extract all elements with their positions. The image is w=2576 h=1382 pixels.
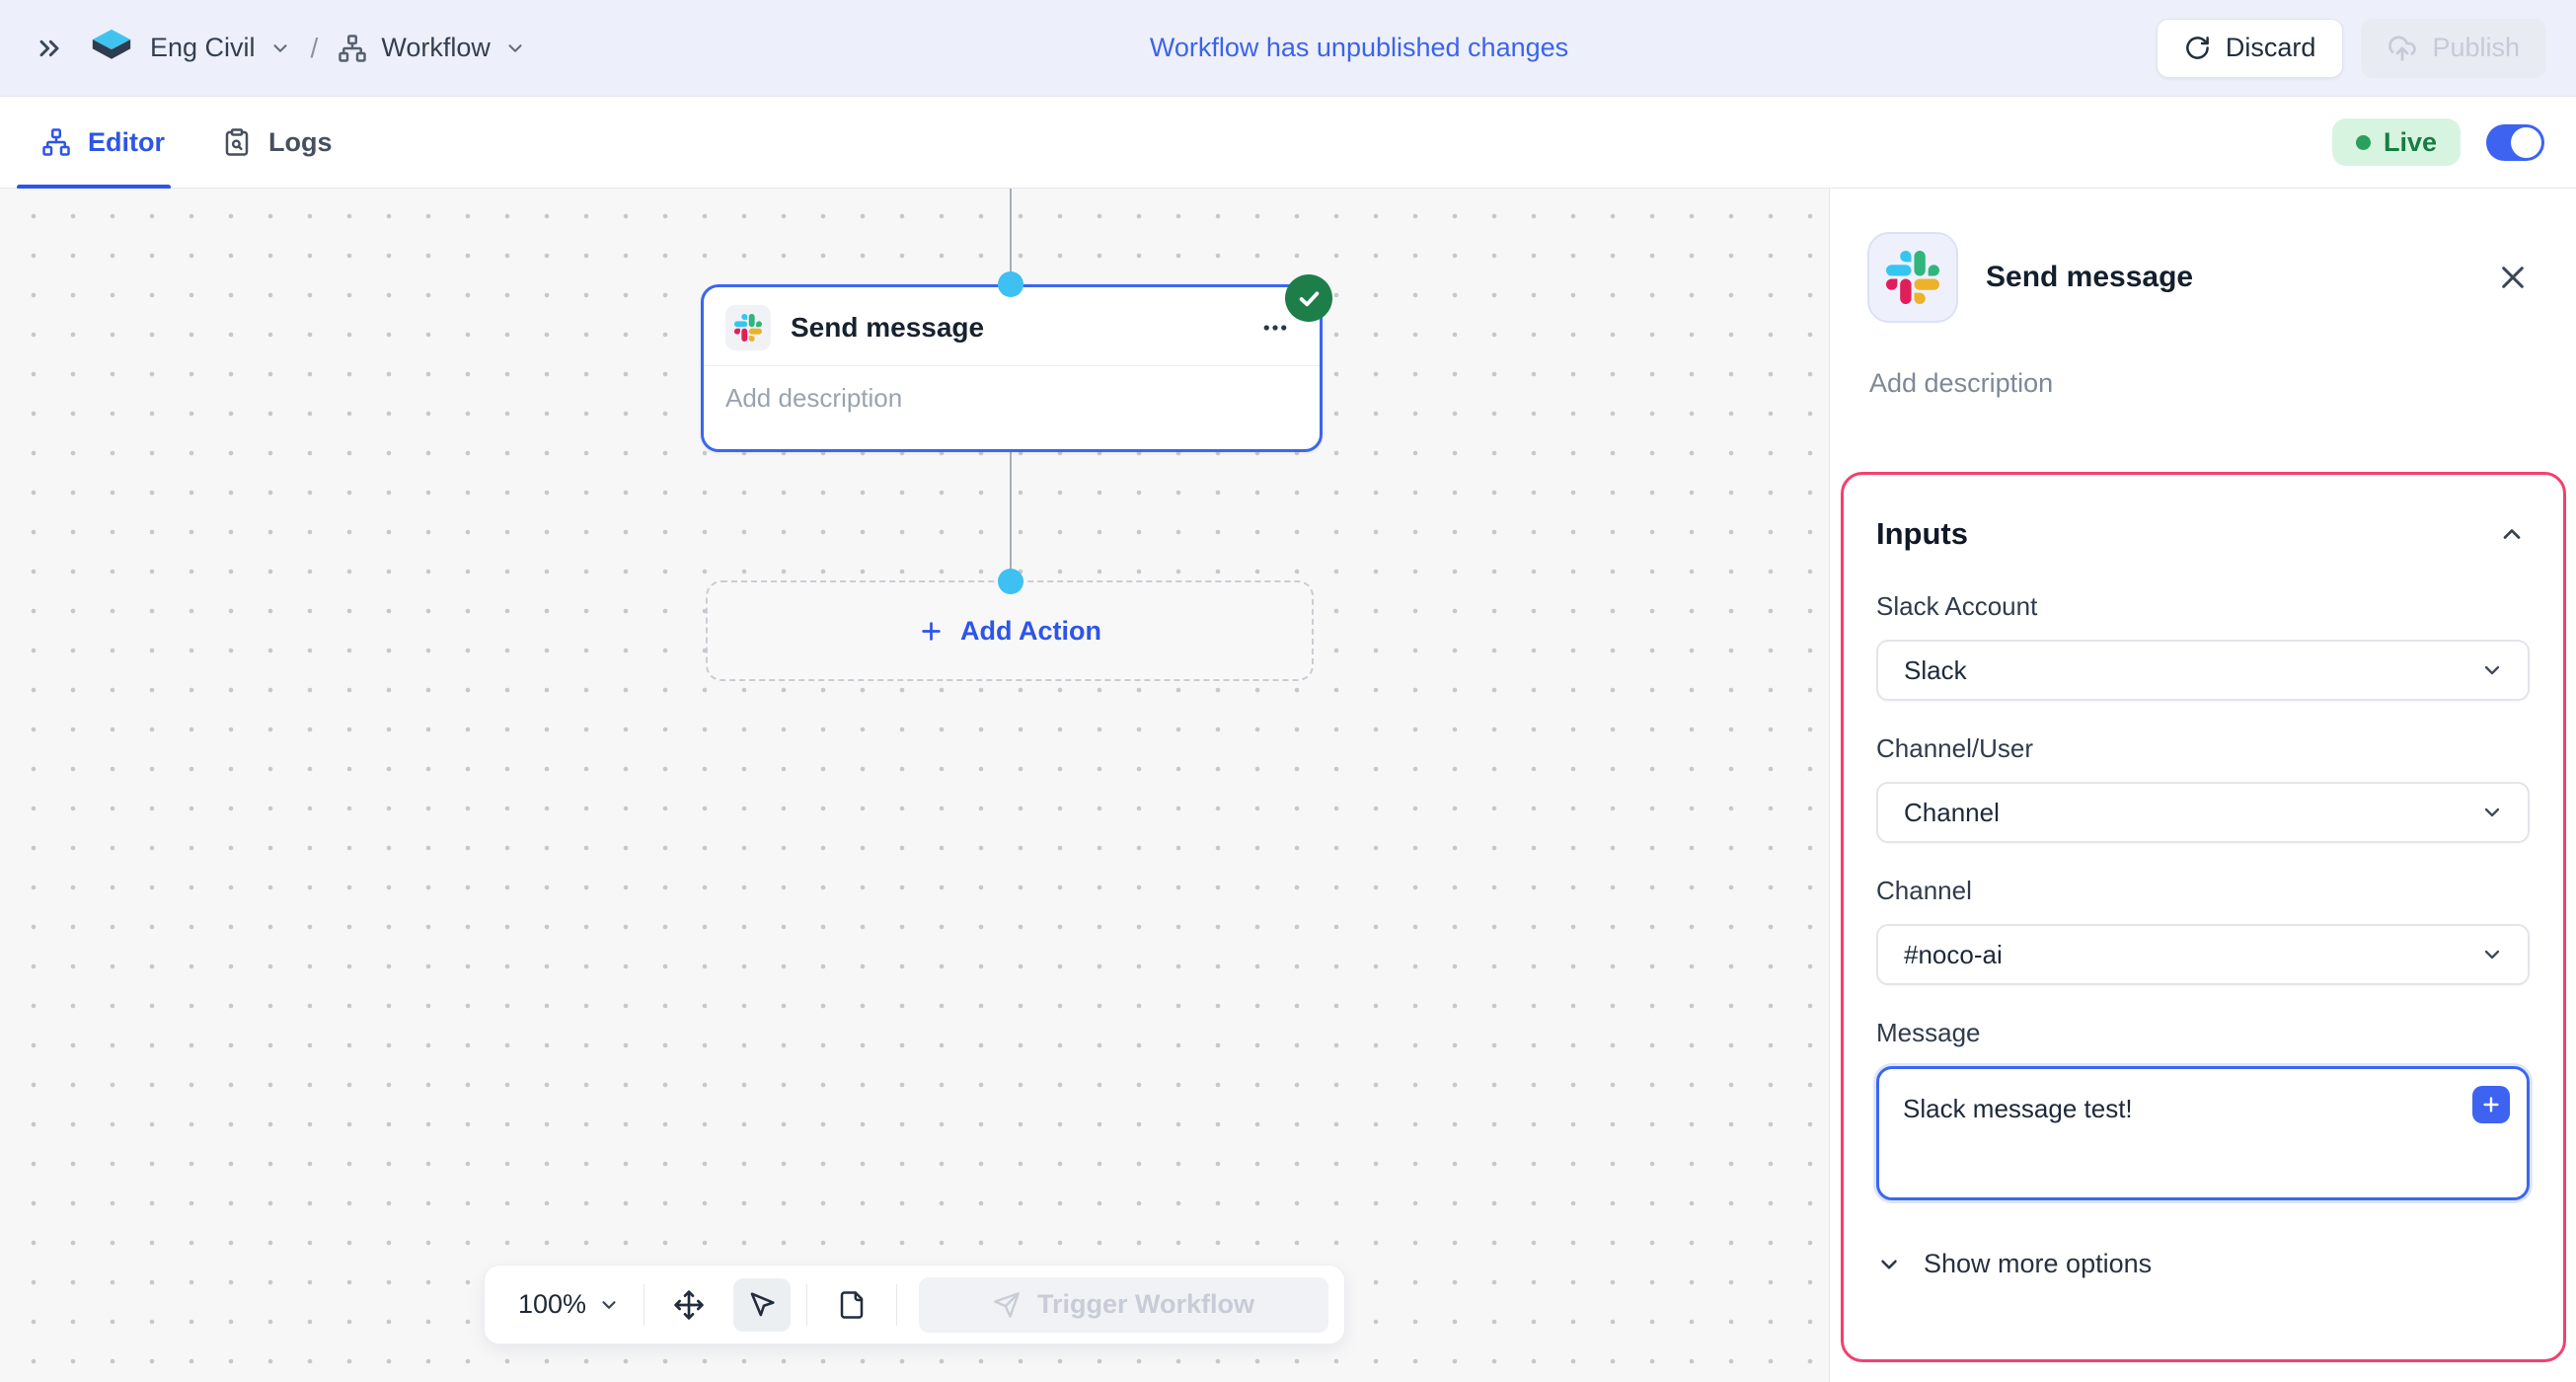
pan-tool-button[interactable] [660, 1278, 718, 1332]
add-action-label: Add Action [960, 616, 1101, 647]
trigger-workflow-button[interactable]: Trigger Workflow [919, 1277, 1328, 1333]
plus-icon [918, 618, 945, 645]
toolbar-divider [896, 1284, 897, 1326]
refresh-icon [2184, 35, 2211, 61]
slack-account-value: Slack [1904, 655, 1967, 686]
trigger-workflow-label: Trigger Workflow [1037, 1289, 1254, 1320]
live-status-badge: Live [2332, 118, 2461, 166]
panel-title: Send message [1986, 261, 2193, 294]
slack-icon [725, 305, 771, 350]
channel-user-select[interactable]: Channel [1876, 782, 2530, 843]
publish-label: Publish [2432, 33, 2520, 63]
tab-bar: Editor Logs Live [0, 97, 2576, 189]
canvas-toolbar: 100% [484, 1265, 1345, 1344]
chevron-down-icon [504, 38, 526, 59]
tab-logs[interactable]: Logs [222, 97, 333, 189]
cursor-icon [747, 1290, 777, 1320]
channel-user-value: Channel [1904, 798, 2000, 828]
paper-plane-icon [993, 1291, 1021, 1319]
breadcrumb-base[interactable]: Eng Civil [150, 33, 291, 63]
logs-icon [222, 127, 252, 157]
node-title: Send message [791, 312, 1235, 344]
tab-editor-label: Editor [88, 127, 165, 158]
workflow-name: Workflow [381, 33, 491, 63]
slack-account-select[interactable]: Slack [1876, 640, 2530, 701]
chevron-up-icon [2498, 520, 2526, 548]
message-input[interactable]: Slack message test! [1876, 1066, 2530, 1200]
node-input-handle[interactable] [998, 271, 1023, 297]
message-field-wrapper: Slack message test! [1876, 1066, 2530, 1205]
publish-button[interactable]: Publish [2361, 19, 2546, 78]
zoom-level-dropdown[interactable]: 100% [510, 1289, 628, 1320]
workflow-canvas[interactable]: Send message Add description Add Acti [0, 189, 1829, 1382]
breadcrumb-workflow[interactable]: Workflow [338, 33, 526, 63]
ellipsis-icon [1260, 313, 1290, 343]
live-label: Live [2384, 127, 2437, 158]
node-menu-button[interactable] [1254, 309, 1296, 346]
breadcrumb: Eng Civil / Workflow [89, 26, 526, 71]
live-toggle[interactable] [2486, 124, 2544, 161]
node-send-message[interactable]: Send message Add description [701, 284, 1323, 452]
cloud-upload-icon [2387, 34, 2417, 63]
tab-logs-label: Logs [268, 127, 333, 158]
notes-tool-button[interactable] [823, 1278, 880, 1332]
add-action-button[interactable]: Add Action [706, 580, 1314, 681]
base-cube-icon [89, 26, 134, 71]
channel-value: #noco-ai [1904, 940, 2003, 970]
plus-icon [2480, 1094, 2502, 1115]
panel-description-placeholder[interactable]: Add description [1869, 368, 2576, 399]
slack-icon [1867, 232, 1958, 323]
inputs-section: Inputs Slack Account Slack Channel/User [1841, 472, 2566, 1362]
select-tool-button[interactable] [733, 1278, 791, 1332]
move-icon [673, 1289, 705, 1321]
chevron-down-icon [1876, 1252, 1902, 1277]
base-name: Eng Civil [150, 33, 256, 63]
node-config-panel: Send message Add description Inputs [1829, 189, 2576, 1382]
breadcrumb-separator: / [311, 33, 319, 64]
field-label-message: Message [1876, 1018, 2530, 1048]
collapse-inputs-button[interactable] [2494, 516, 2530, 552]
chevron-down-icon [2480, 801, 2504, 824]
discard-label: Discard [2226, 33, 2316, 63]
connector-line [1010, 452, 1012, 581]
discard-button[interactable]: Discard [2157, 19, 2344, 78]
insert-variable-button[interactable] [2472, 1086, 2510, 1123]
editor-icon [41, 127, 71, 157]
show-more-options-button[interactable]: Show more options [1876, 1249, 2152, 1279]
file-icon [837, 1290, 867, 1320]
zoom-level-value: 100% [518, 1289, 586, 1320]
chevron-down-icon [2480, 658, 2504, 682]
inputs-heading: Inputs [1876, 516, 1968, 552]
chevrons-right-icon [34, 33, 65, 64]
node-success-check-icon [1285, 274, 1332, 322]
field-label-channel-user: Channel/User [1876, 733, 2530, 764]
panel-header: Send message [1830, 189, 2576, 323]
channel-select[interactable]: #noco-ai [1876, 924, 2530, 985]
top-bar: Eng Civil / Workflow Workflow has [0, 0, 2576, 97]
workflow-icon [338, 34, 367, 63]
live-dot-icon [2356, 135, 2371, 150]
add-action-input-handle[interactable] [998, 569, 1023, 594]
node-description-placeholder[interactable]: Add description [704, 366, 1320, 414]
field-label-slack-account: Slack Account [1876, 591, 2530, 622]
tab-editor[interactable]: Editor [41, 97, 165, 189]
sidebar-expand-button[interactable] [34, 33, 65, 64]
chevron-down-icon [598, 1294, 620, 1316]
unpublished-changes-status: Workflow has unpublished changes [1150, 33, 1568, 63]
toolbar-divider [806, 1284, 807, 1326]
field-label-channel: Channel [1876, 876, 2530, 906]
close-icon [2497, 262, 2529, 293]
workflow-app: Eng Civil / Workflow Workflow has [0, 0, 2576, 1382]
toggle-knob [2511, 127, 2541, 158]
chevron-down-icon [2480, 943, 2504, 966]
show-more-options-label: Show more options [1924, 1249, 2152, 1279]
chevron-down-icon [269, 38, 291, 59]
close-panel-button[interactable] [2491, 256, 2535, 299]
